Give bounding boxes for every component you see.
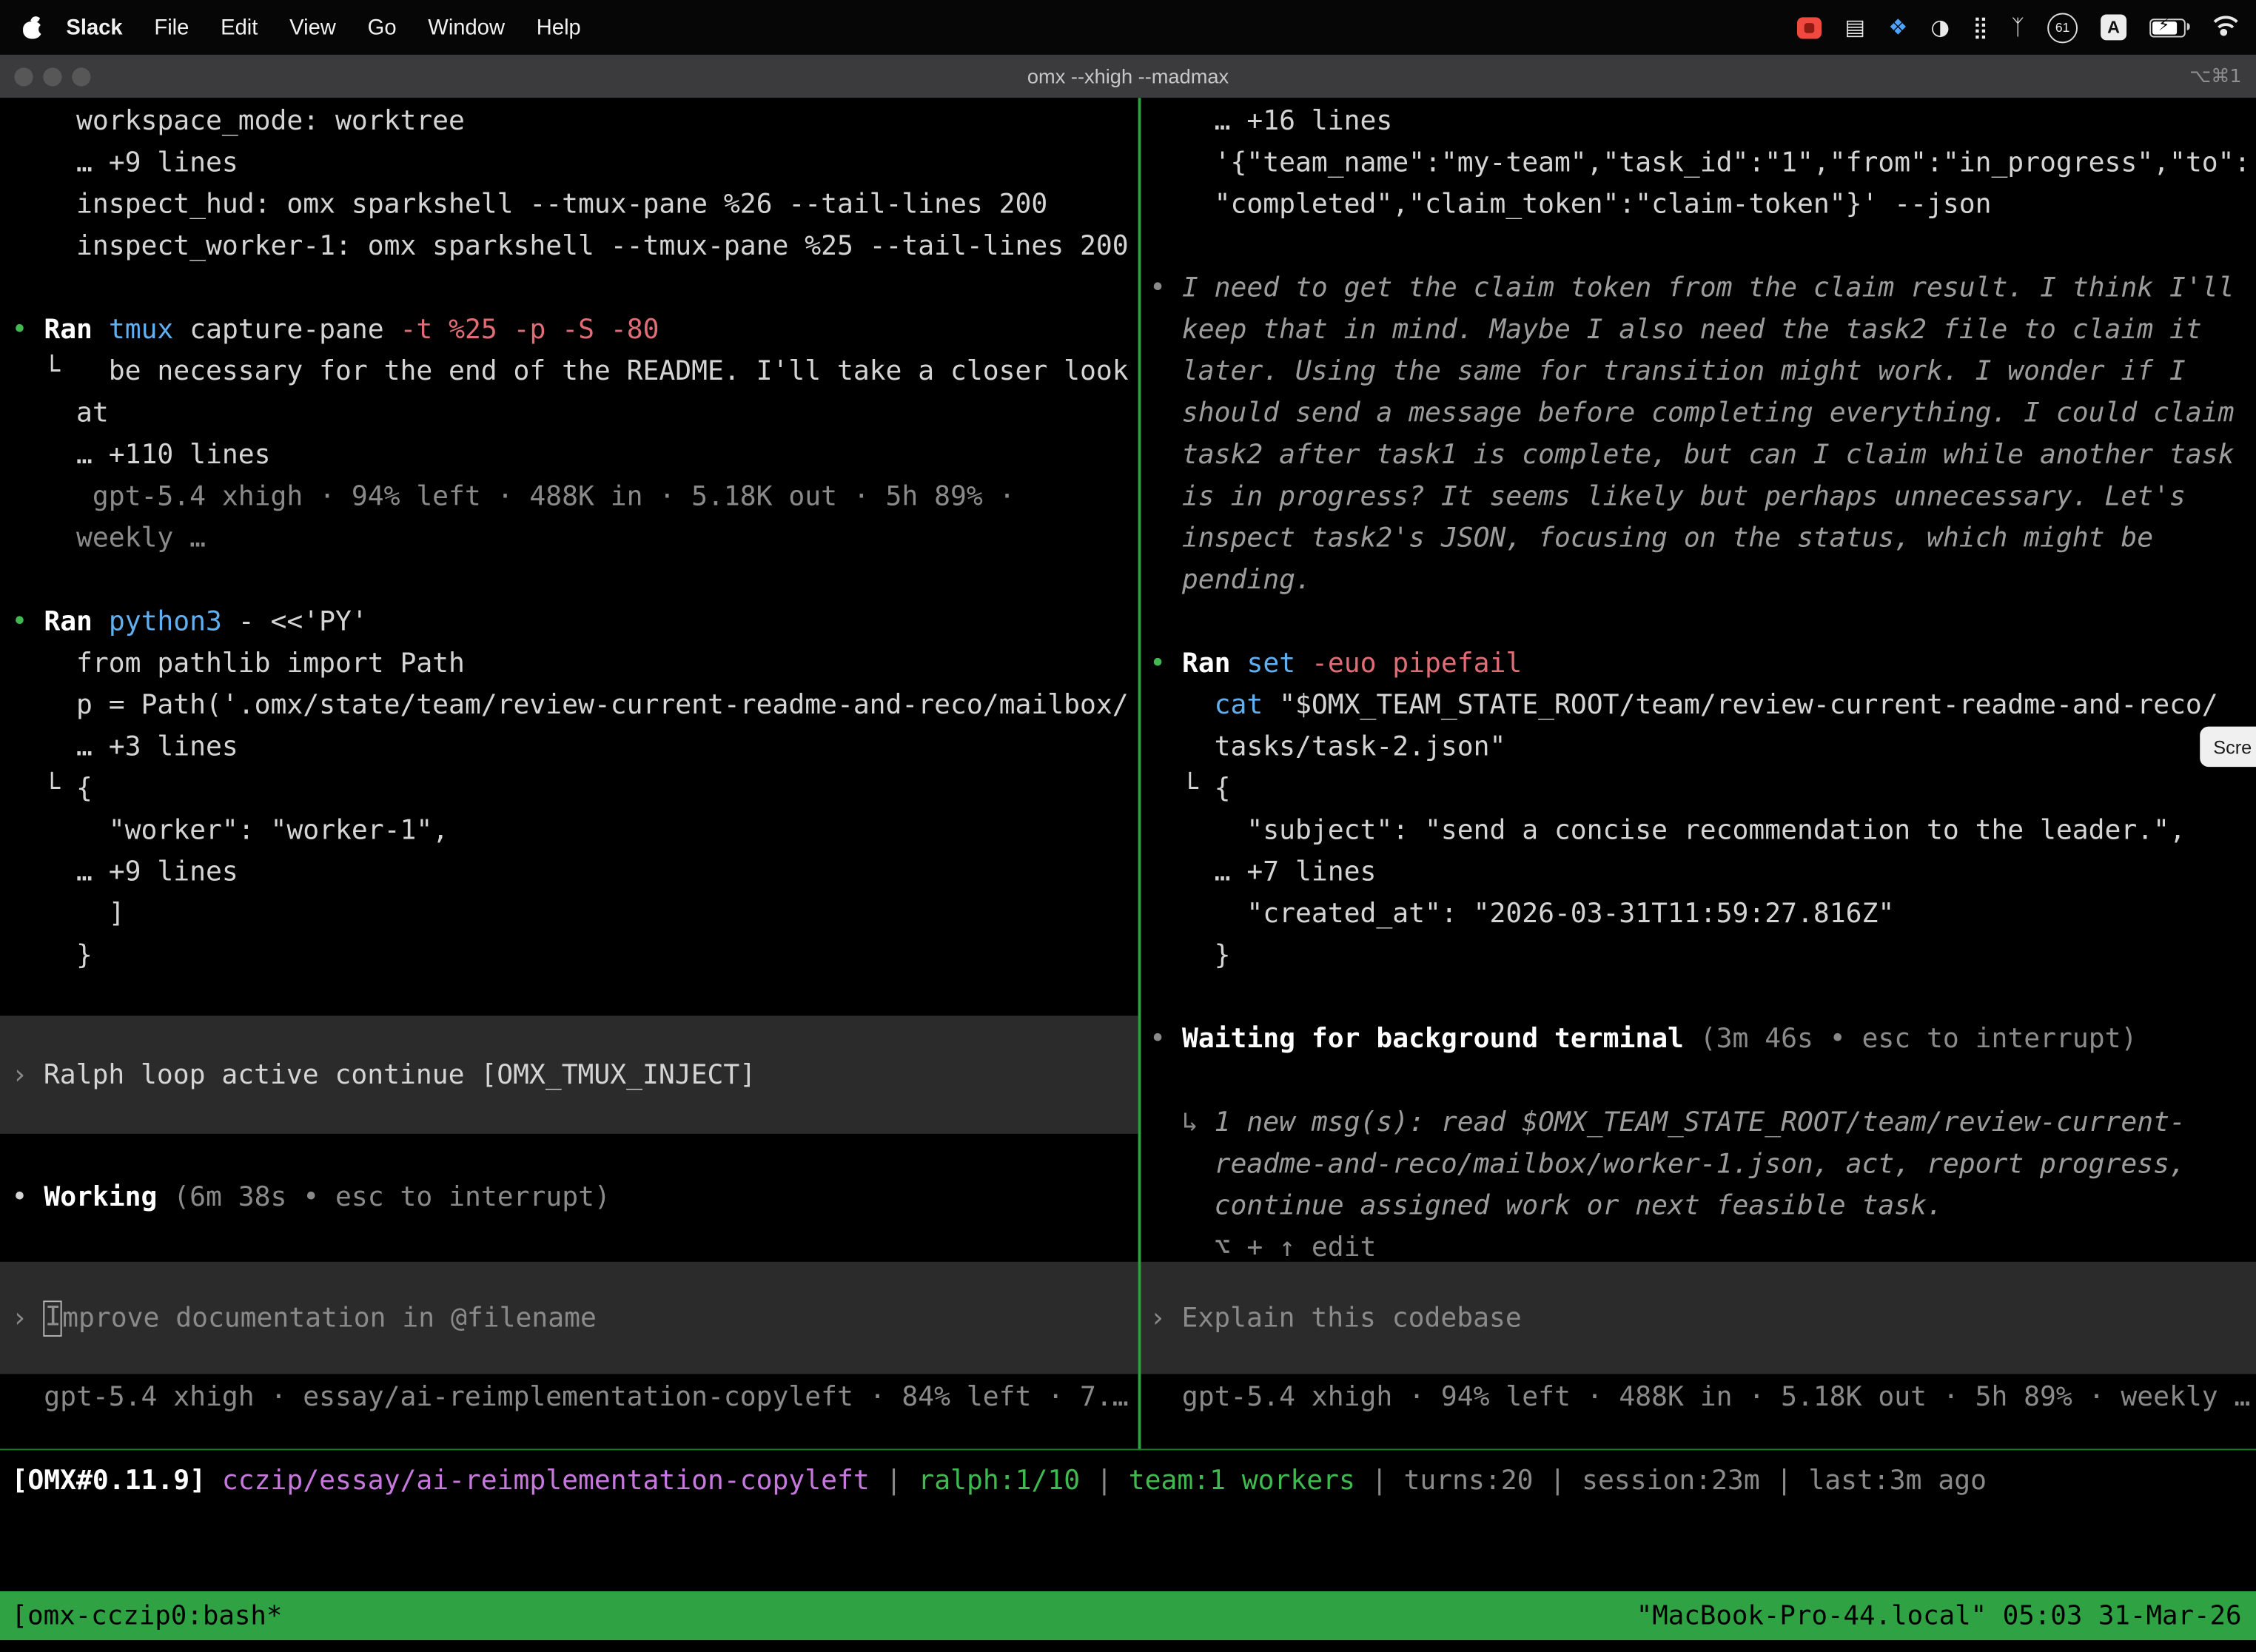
terminal-line: "completed","claim_token":"claim-token"}… <box>1149 184 2256 226</box>
tmux-horizontal-divider <box>0 1449 2256 1451</box>
input-source-icon[interactable]: A <box>2101 14 2126 40</box>
terminal-line: should send a message before completing … <box>1149 393 2256 434</box>
menu-view[interactable]: View <box>289 15 336 39</box>
pane-footer-left: gpt-5.4 xhigh · essay/ai-reimplementatio… <box>12 1377 1129 1418</box>
menu-app-name[interactable]: Slack <box>66 15 122 39</box>
terminal-line: later. Using the same for transition mig… <box>1149 351 2256 392</box>
inject-banner-text: Ralph loop active continue [OMX_TMUX_INJ… <box>27 1060 756 1090</box>
terminal-line: gpt-5.4 xhigh · 94% left · 488K in · 5.1… <box>12 476 1138 517</box>
terminal-line: • Working (6m 38s • esc to interrupt) <box>12 1177 611 1218</box>
menu-window[interactable]: Window <box>428 15 505 39</box>
wifi-icon[interactable] <box>2209 16 2237 38</box>
terminal-line: ] <box>12 893 1138 935</box>
terminal-line <box>12 268 1138 309</box>
dots-grid-icon[interactable]: ⣿ <box>1973 14 1988 40</box>
menu-go[interactable]: Go <box>368 15 397 39</box>
terminal-line: is in progress? It seems likely but perh… <box>1149 476 2256 517</box>
terminal-line: inspect_worker-1: omx sparkshell --tmux-… <box>12 226 1138 267</box>
terminal-line <box>1149 977 2256 1018</box>
terminal-line: [OMX#0.11.9] cczip/essay/ai-reimplementa… <box>12 1460 1987 1502</box>
terminal-line: keep that in mind. Maybe I also need the… <box>1149 309 2256 351</box>
inject-banner: ›Ralph loop active continue [OMX_TMUX_IN… <box>0 1015 1138 1133</box>
text-cursor: I <box>44 1300 62 1336</box>
terminal-line: p = Path('.omx/state/team/review-current… <box>12 685 1138 726</box>
assistant-icon[interactable]: ᛉ <box>2012 14 2025 40</box>
chevron-icon: › <box>1149 1303 1166 1333</box>
terminal-line: readme-and-reco/mailbox/worker-1.json, a… <box>1149 1144 2256 1185</box>
tmux-status-bar: [omx-cczip0:bash* "MacBook-Pro-44.local"… <box>0 1591 2256 1640</box>
terminal-output-right: … +16 lines '{"team_name":"my-team","tas… <box>1149 101 2256 1269</box>
terminal-line: at <box>12 393 1138 434</box>
terminal-line: inspect task2's JSON, focusing on the st… <box>1149 518 2256 560</box>
terminal-line <box>12 560 1138 601</box>
prompt-placeholder: mprove documentation in @filename <box>62 1303 597 1333</box>
terminal-line: workspace_mode: worktree <box>12 101 1138 142</box>
terminal-line: … +110 lines <box>12 434 1138 476</box>
terminal-line: weekly … <box>12 518 1138 560</box>
keyboard-icon[interactable]: ▤ <box>1845 14 1866 40</box>
terminal-line: ↳ 1 new msg(s): read $OMX_TEAM_STATE_ROO… <box>1149 1102 2256 1144</box>
working-status: • Working (6m 38s • esc to interrupt) <box>0 1134 1138 1262</box>
gauge-icon[interactable]: 61 <box>2047 13 2078 43</box>
macos-menu-bar: Slack File Edit View Go Window Help ▤ ❖ … <box>0 0 2256 55</box>
terminal-line: • Ran set -euo pipefail <box>1149 643 2256 685</box>
terminal-line: • Ran tmux capture-pane -t %25 -p -S -80 <box>12 309 1138 351</box>
terminal-line: • I need to get the claim token from the… <box>1149 268 2256 309</box>
tmux-host-clock: "MacBook-Pro-44.local" 05:03 31-Mar-26 <box>1636 1601 2242 1631</box>
terminal-line <box>1149 602 2256 643</box>
app-icon-blue[interactable]: ❖ <box>1888 14 1907 40</box>
terminal-line: … +9 lines <box>12 142 1138 184</box>
terminal-line: … +16 lines <box>1149 101 2256 142</box>
terminal-line: └ { <box>1149 768 2256 810</box>
screen-recording-icon[interactable] <box>1797 16 1822 38</box>
window-title: omx --xhigh --madmax <box>0 64 2256 87</box>
terminal: workspace_mode: worktree … +9 lines insp… <box>0 98 2256 1651</box>
menu-help[interactable]: Help <box>537 15 581 39</box>
prompt-input-left[interactable]: › Improve documentation in @filename <box>0 1262 1138 1374</box>
battery-icon[interactable]: ⚡ <box>2149 18 2186 36</box>
terminal-line: └ { <box>12 768 1138 810</box>
menu-file[interactable]: File <box>154 15 189 39</box>
terminal-line: } <box>12 936 1138 977</box>
terminal-line: … +3 lines <box>12 727 1138 768</box>
tmux-session-label: [omx-cczip0:bash* <box>12 1601 283 1631</box>
terminal-line: pending. <box>1149 560 2256 601</box>
apple-menu-icon[interactable] <box>23 16 41 38</box>
terminal-line: "worker": "worker-1", <box>12 810 1138 851</box>
chevron-icon: › <box>12 1303 28 1333</box>
terminal-line: … +9 lines <box>12 852 1138 893</box>
chevron-icon: › <box>12 1060 28 1090</box>
terminal-line: task2 after task1 is complete, but can I… <box>1149 434 2256 476</box>
terminal-line: • Ran python3 - <<'PY' <box>12 602 1138 643</box>
terminal-line: "created_at": "2026-03-31T11:59:27.816Z" <box>1149 893 2256 935</box>
terminal-line: inspect_hud: omx sparkshell --tmux-pane … <box>12 184 1138 226</box>
window-title-bar[interactable]: omx --xhigh --madmax ⌥⌘1 <box>0 55 2256 99</box>
prompt-placeholder: Explain this codebase <box>1166 1303 1522 1333</box>
window-shortcut: ⌥⌘1 <box>2189 65 2241 87</box>
terminal-line <box>1149 1061 2256 1102</box>
omx-status-line: [OMX#0.11.9] cczip/essay/ai-reimplementa… <box>12 1460 1987 1502</box>
menu-edit[interactable]: Edit <box>221 15 258 39</box>
terminal-line: • Waiting for background terminal (3m 46… <box>1149 1018 2256 1060</box>
tmux-pane-left[interactable]: workspace_mode: worktree … +9 lines insp… <box>0 98 1138 1450</box>
tmux-pane-right[interactable]: … +16 lines '{"team_name":"my-team","tas… <box>1141 98 2256 1450</box>
terminal-line: … +7 lines <box>1149 852 2256 893</box>
pane-footer-right: gpt-5.4 xhigh · 94% left · 488K in · 5.1… <box>1149 1377 2250 1418</box>
screen: Slack File Edit View Go Window Help ▤ ❖ … <box>0 0 2256 1652</box>
terminal-line: └ be necessary for the end of the README… <box>12 351 1138 392</box>
terminal-line: "subject": "send a concise recommendatio… <box>1149 810 2256 851</box>
terminal-line: tasks/task-2.json" <box>1149 727 2256 768</box>
screen-share-overlay-button[interactable]: Scre <box>2200 727 2256 767</box>
terminal-output-left: workspace_mode: worktree … +9 lines insp… <box>12 101 1138 977</box>
terminal-line: continue assigned work or next feasible … <box>1149 1186 2256 1227</box>
terminal-line: '{"team_name":"my-team","task_id":"1","f… <box>1149 142 2256 184</box>
terminal-line: } <box>1149 936 2256 977</box>
terminal-line <box>1149 226 2256 267</box>
terminal-line: from pathlib import Path <box>12 643 1138 685</box>
prompt-input-right[interactable]: ›Explain this codebase <box>1141 1262 2256 1374</box>
terminal-line: cat "$OMX_TEAM_STATE_ROOT/team/review-cu… <box>1149 685 2256 726</box>
contrast-icon[interactable]: ◑ <box>1931 14 1950 40</box>
menubar-status-icons: ▤ ❖ ◑ ⣿ ᛉ 61 A ⚡ <box>1797 13 2256 43</box>
